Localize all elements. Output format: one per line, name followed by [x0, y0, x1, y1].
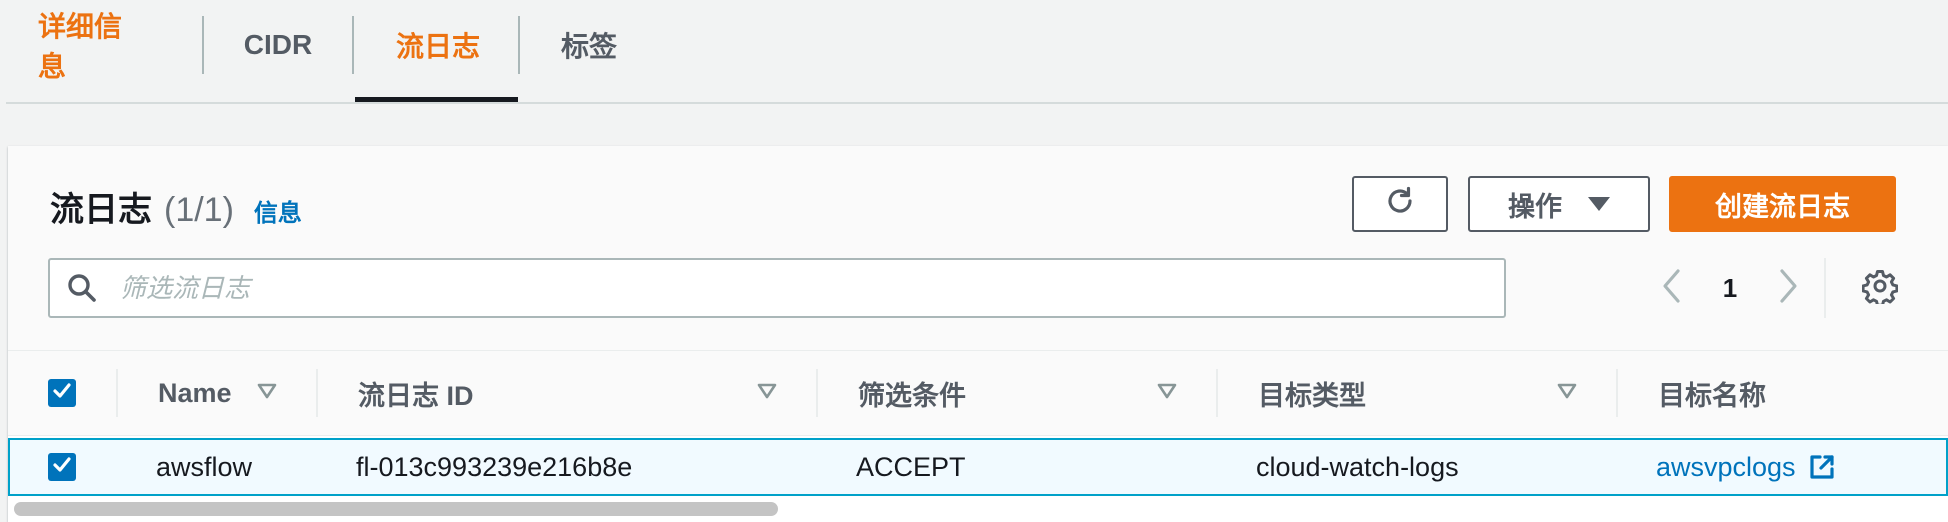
external-link-icon — [1808, 453, 1836, 481]
row-checkbox[interactable] — [48, 453, 76, 481]
panel-title: 流日志 — [50, 191, 152, 229]
pager-divider — [1824, 258, 1826, 318]
column-header-name[interactable]: Name — [158, 351, 232, 435]
tab-divider — [352, 16, 354, 74]
flow-logs-panel: 流日志 (1/1) 信息 操作 创建流日志 1 — [8, 146, 1948, 522]
page-number[interactable]: 1 — [1710, 266, 1750, 310]
create-flow-log-button[interactable]: 创建流日志 — [1669, 176, 1896, 232]
caret-down-icon — [1588, 197, 1610, 211]
tab-cidr[interactable]: CIDR — [232, 0, 324, 90]
table-header: Name 流日志 ID 筛选条件 目标类型 目标名称 — [8, 350, 1948, 436]
column-divider — [1616, 369, 1618, 417]
tab-divider — [202, 16, 204, 74]
next-page-button[interactable] — [1768, 266, 1808, 310]
sort-triangle-icon — [756, 382, 778, 405]
sort-triangle-icon — [256, 382, 278, 405]
sort-flow-log-id-button[interactable] — [756, 351, 778, 435]
select-all-checkbox[interactable] — [48, 379, 76, 407]
sort-triangle-icon — [1156, 382, 1178, 405]
gear-icon — [1861, 268, 1899, 309]
chevron-right-icon — [1777, 268, 1799, 309]
cell-flow-log-id: fl-013c993239e216b8e — [356, 451, 633, 482]
search-icon — [66, 271, 100, 305]
column-divider — [816, 369, 818, 417]
cell-name: awsflow — [156, 451, 253, 482]
check-icon — [51, 454, 73, 481]
column-divider — [316, 369, 318, 417]
chevron-left-icon — [1661, 268, 1683, 309]
check-icon — [51, 380, 73, 407]
cell-destination-type: cloud-watch-logs — [1256, 451, 1459, 482]
refresh-icon — [1383, 184, 1417, 225]
refresh-button[interactable] — [1352, 176, 1448, 232]
sort-triangle-icon — [1556, 382, 1578, 405]
column-header-destination-type[interactable]: 目标类型 — [1258, 351, 1366, 435]
column-header-flow-log-id[interactable]: 流日志 ID — [358, 351, 474, 435]
info-link[interactable]: 信息 — [254, 193, 302, 228]
panel-title-row: 流日志 (1/1) 信息 — [50, 182, 302, 231]
column-divider — [1216, 369, 1218, 417]
cell-filter: ACCEPT — [856, 451, 966, 482]
tab-tags[interactable]: 标签 — [548, 0, 630, 90]
tab-flow-logs[interactable]: 流日志 — [388, 0, 488, 90]
actions-label: 操作 — [1508, 191, 1562, 222]
search-input[interactable] — [118, 271, 1422, 305]
destination-name-label: awsvpclogs — [1656, 451, 1796, 482]
sort-filter-button[interactable] — [1156, 351, 1178, 435]
panel-header — [8, 146, 1948, 350]
tab-divider — [518, 16, 520, 74]
sort-name-button[interactable] — [256, 351, 278, 435]
cell-destination-name-link[interactable]: awsvpclogs — [1656, 440, 1836, 494]
table-row[interactable]: awsflow fl-013c993239e216b8e ACCEPT clou… — [8, 438, 1948, 496]
search-field[interactable] — [48, 258, 1506, 318]
sort-destination-type-button[interactable] — [1556, 351, 1578, 435]
item-count: (1/1) — [164, 191, 234, 229]
previous-page-button[interactable] — [1652, 266, 1692, 310]
tab-bar: 详细信息 CIDR 流日志 标签 — [0, 0, 1948, 104]
tab-bar-divider — [6, 102, 1948, 104]
tab-details[interactable]: 详细信息 — [38, 0, 138, 90]
column-header-filter[interactable]: 筛选条件 — [858, 351, 966, 435]
actions-dropdown-button[interactable]: 操作 — [1468, 176, 1650, 232]
column-header-destination-name[interactable]: 目标名称 — [1658, 351, 1766, 435]
horizontal-scrollbar[interactable] — [14, 502, 778, 516]
preferences-button[interactable] — [1860, 268, 1900, 308]
column-divider — [116, 369, 118, 417]
